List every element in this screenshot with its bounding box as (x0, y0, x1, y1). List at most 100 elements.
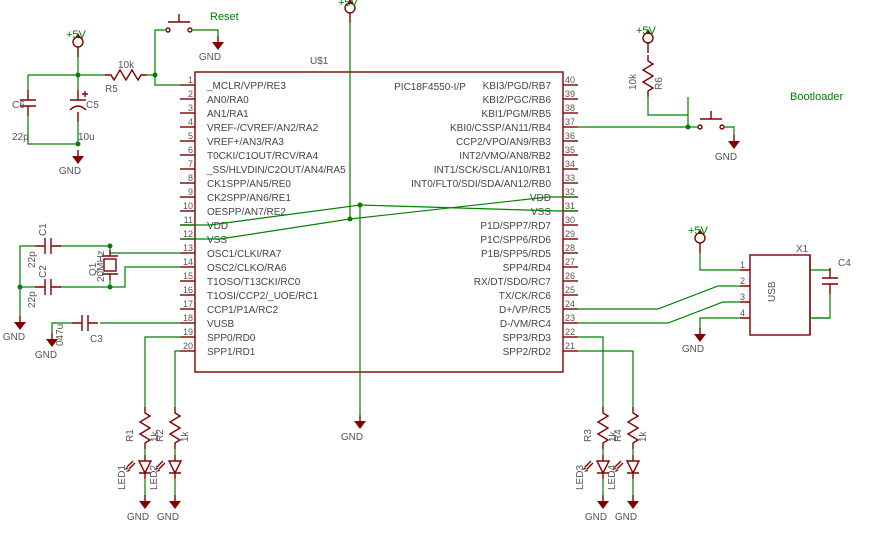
cap-c1 (35, 238, 61, 254)
c5-ref: C5 (86, 100, 99, 111)
svg-text:GND: GND (585, 512, 607, 523)
svg-text:19: 19 (183, 327, 193, 337)
svg-text:37: 37 (565, 117, 575, 127)
pin-label-2: AN0/RA0 (207, 95, 249, 106)
svg-text:3: 3 (740, 292, 745, 302)
svg-text:17: 17 (183, 299, 193, 309)
c6-val: 22p (12, 132, 29, 143)
svg-text:12: 12 (183, 229, 193, 239)
svg-text:GND: GND (715, 152, 737, 163)
ic-ref: U$1 (310, 56, 329, 67)
pin-label-36: CCP2/VPO/AN9/RB3 (456, 137, 551, 148)
svg-text:GND: GND (35, 350, 57, 361)
pin-label-34: INT1/SCK/SCL/AN10/RB1 (434, 165, 552, 176)
usb-connector (750, 255, 810, 335)
res-r1 (140, 407, 150, 449)
svg-text:+5V: +5V (636, 25, 657, 37)
svg-text:1: 1 (188, 75, 193, 85)
res-r5 (105, 70, 147, 80)
svg-text:28: 28 (565, 243, 575, 253)
pin-label-9: CK2SPP/AN6/RE1 (207, 193, 291, 204)
svg-text:GND: GND (682, 344, 704, 355)
net-5v-1: +5V (66, 29, 87, 41)
svg-text:4: 4 (740, 308, 745, 318)
ic-part: PIC18F4550-I/P (394, 82, 466, 93)
pin-label-30: P1D/SPP7/RD7 (480, 221, 551, 232)
pin-label-24: D+/VP/RC5 (499, 305, 551, 316)
res-r2 (170, 407, 180, 449)
gnd-reset (212, 36, 224, 50)
svg-text:15: 15 (183, 271, 193, 281)
svg-text:27: 27 (565, 257, 575, 267)
svg-text:1k: 1k (180, 430, 191, 442)
svg-text:8: 8 (188, 173, 193, 183)
reset-label: Reset (210, 11, 239, 23)
svg-text:9: 9 (188, 187, 193, 197)
svg-text:25: 25 (565, 285, 575, 295)
svg-text:LED3: LED3 (575, 465, 586, 490)
pin-label-7: _SS/HLVDIN/C2OUT/AN4/RA5 (206, 165, 346, 176)
pin-label-35: INT2/VMO/AN8/RB2 (459, 151, 551, 162)
pin-label-14: OSC2/CLKO/RA6 (207, 263, 287, 274)
svg-text:R4: R4 (613, 429, 624, 442)
svg-text:1: 1 (740, 260, 745, 270)
svg-text:047u: 047u (55, 324, 66, 346)
svg-text:R6: R6 (654, 77, 665, 90)
pin-label-19: SPP0/RD0 (207, 333, 256, 344)
svg-text:14: 14 (183, 257, 193, 267)
svg-text:10: 10 (183, 201, 193, 211)
svg-text:USB: USB (767, 281, 778, 302)
pin-label-15: T1OSO/T13CKI/RC0 (207, 277, 301, 288)
svg-text:7: 7 (188, 159, 193, 169)
svg-text:36: 36 (565, 131, 575, 141)
svg-text:C1: C1 (38, 223, 49, 236)
svg-text:29: 29 (565, 229, 575, 239)
svg-text:30: 30 (565, 215, 575, 225)
pin-label-29: P1C/SPP6/RD6 (480, 235, 551, 246)
svg-text:+5V: +5V (338, 0, 359, 9)
svg-text:24: 24 (565, 299, 575, 309)
svg-text:GND: GND (3, 332, 25, 343)
svg-text:X1: X1 (796, 244, 809, 255)
svg-text:23: 23 (565, 313, 575, 323)
svg-text:5: 5 (188, 131, 193, 141)
pin-label-5: VREF+/AN3/RA3 (207, 137, 284, 148)
svg-text:35: 35 (565, 145, 575, 155)
res-r3 (598, 407, 608, 449)
svg-text:38: 38 (565, 103, 575, 113)
svg-text:2: 2 (740, 276, 745, 286)
gnd-vss (354, 415, 366, 429)
pin-label-40: KBI3/PGD/RB7 (483, 81, 552, 92)
pin-label-12: VSS (207, 235, 227, 246)
gnd-xtal (14, 316, 26, 330)
svg-text:2: 2 (188, 89, 193, 99)
svg-text:13: 13 (183, 243, 193, 253)
pin-label-13: OSC1/CLKI/RA7 (207, 249, 282, 260)
pin-label-20: SPP1/RD1 (207, 347, 256, 358)
svg-text:C2: C2 (38, 265, 49, 278)
svg-text:22p: 22p (27, 291, 38, 308)
svg-text:33: 33 (565, 173, 575, 183)
svg-text:18: 18 (183, 313, 193, 323)
svg-text:26: 26 (565, 271, 575, 281)
svg-text:16: 16 (183, 285, 193, 295)
svg-text:22: 22 (565, 327, 575, 337)
res-r4 (628, 407, 638, 449)
svg-text:R3: R3 (583, 429, 594, 442)
svg-text:32: 32 (565, 187, 575, 197)
svg-text:20MHz: 20MHz (96, 250, 107, 282)
svg-text:40: 40 (565, 75, 575, 85)
svg-text:GND: GND (341, 432, 363, 443)
svg-text:GND: GND (157, 512, 179, 523)
pin-label-38: KBI1/PGM/RB5 (482, 109, 552, 120)
pin-label-23: D-/VM/RC4 (500, 319, 552, 330)
svg-text:31: 31 (565, 201, 575, 211)
svg-text:1k: 1k (638, 430, 649, 442)
svg-text:10k: 10k (628, 73, 639, 90)
gnd-lbl-1: GND (59, 166, 81, 177)
res-r6 (643, 55, 653, 97)
pin-label-3: AN1/RA1 (207, 109, 249, 120)
schematic: U$1 PIC18F4550-I/P 1_MCLR/VPP/RE32AN0/RA… (0, 0, 875, 550)
pin-label-18: VUSB (207, 319, 235, 330)
pin-label-6: T0CKI/C1OUT/RCV/RA4 (207, 151, 319, 162)
